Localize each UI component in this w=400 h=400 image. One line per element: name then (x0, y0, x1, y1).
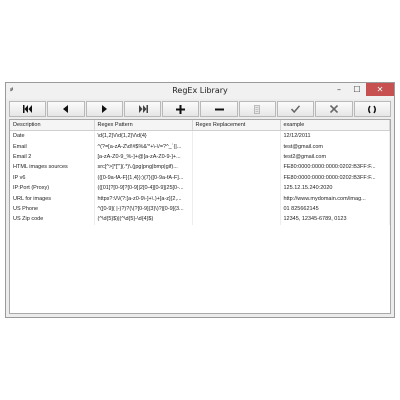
edit-icon (254, 104, 261, 114)
table-row[interactable]: HTML images sources src[^>]*["'](.*)\.(j… (10, 162, 390, 173)
table-row[interactable]: Email ^(?=[a-zA-Z\d!#$%&'*+\-\/=?^_`{|..… (10, 141, 390, 152)
table-row[interactable]: Date \d{1,2}\/\d{1,2}\/\d{4} 12/12/2011 (10, 130, 390, 142)
previous-record-icon (62, 105, 68, 113)
cell-description[interactable]: HTML images sources (10, 162, 95, 173)
remove-record-button[interactable] (200, 101, 238, 117)
regex-library-window: ꬾ RegEx Library – ☐ ✕ Description Regex … (5, 82, 395, 318)
cell-description[interactable]: URL for images (10, 193, 95, 204)
cell-regex-pattern[interactable]: ^([0-9]( |-)?)?(\(?[0-9]{3}\)?|[0-9]{3..… (94, 203, 193, 215)
cell-regex-pattern[interactable]: \d{1,2}\/\d{1,2}\/\d{4} (94, 130, 193, 142)
cell-example[interactable]: 125.12.15.240:2020 (280, 182, 390, 194)
cell-example[interactable]: test2@gmail.com (280, 151, 390, 163)
table-row[interactable]: US Zip code (^\d{5}$)|(^\d{5}-\d{4}$) 12… (10, 214, 390, 225)
last-record-button[interactable] (123, 101, 162, 117)
table-row[interactable]: Email 2 [a-zA-Z0-9_%-]+@[a-zA-Z0-9-]+...… (10, 151, 390, 163)
next-record-icon (102, 105, 108, 113)
close-button[interactable]: ✕ (366, 83, 394, 96)
confirm-button[interactable] (277, 101, 315, 117)
cell-regex-replacement[interactable] (192, 172, 281, 183)
cell-regex-pattern[interactable]: src[^>]*["'](.*)\.(jpg|png|bmp|gif)... (94, 162, 193, 173)
table-row[interactable]: IP:Port (Proxy) (([01]?[0-9]?[0-9]|2[0-4… (10, 182, 390, 194)
previous-record-button[interactable] (47, 101, 85, 117)
cell-description[interactable]: Date (10, 130, 95, 142)
remove-icon (214, 108, 224, 110)
edit-record-button[interactable] (238, 101, 277, 117)
next-record-button[interactable] (85, 101, 123, 117)
column-header-regex-replacement[interactable]: Regex Replacement (192, 120, 281, 131)
cell-regex-replacement[interactable] (192, 203, 281, 215)
cancel-button[interactable] (315, 101, 353, 117)
cell-regex-pattern[interactable]: [a-zA-Z0-9_%-]+@[a-zA-Z0-9-]+... (94, 151, 193, 163)
table-header-row: Description Regex Pattern Regex Replacem… (10, 120, 390, 131)
cell-regex-pattern[interactable]: ^(?=[a-zA-Z\d!#$%&'*+\-\/=?^_`{|... (94, 141, 193, 152)
minimize-button[interactable]: – (330, 83, 348, 96)
toolbar (9, 101, 391, 117)
last-record-icon (138, 105, 148, 113)
add-record-button[interactable] (162, 101, 200, 117)
table-row[interactable]: IP v6 (([0-9a-fA-F]{1,4}):){7}([0-9a-fA-… (10, 172, 390, 183)
cell-regex-replacement[interactable] (192, 182, 281, 194)
cell-regex-pattern[interactable]: (([0-9a-fA-F]{1,4}):){7}([0-9a-fA-F]... (94, 172, 193, 183)
table-row[interactable]: URL for images https?:\/\/(?:[a-z0-9\-]+… (10, 193, 390, 204)
cell-description[interactable]: Email 2 (10, 151, 95, 163)
title-bar[interactable]: ꬾ RegEx Library – ☐ ✕ (6, 83, 394, 99)
cell-example[interactable]: 12345, 12345-6789, 0123 (280, 214, 390, 225)
cell-regex-replacement[interactable] (192, 214, 281, 225)
cell-description[interactable]: US Phone (10, 203, 95, 215)
cell-example[interactable]: test@gmail.com (280, 141, 390, 152)
cell-regex-replacement[interactable] (192, 141, 281, 152)
first-record-button[interactable] (9, 101, 47, 117)
add-icon (176, 104, 186, 114)
cell-example[interactable]: FE80:0000:0000:0000:0202:B3FF:F... (280, 162, 390, 173)
cell-regex-pattern[interactable]: (^\d{5}$)|(^\d{5}-\d{4}$) (94, 214, 193, 225)
cell-regex-replacement[interactable] (192, 130, 281, 142)
cell-description[interactable]: Email (10, 141, 95, 152)
cell-description[interactable]: IP:Port (Proxy) (10, 182, 95, 194)
column-header-description[interactable]: Description (10, 120, 95, 131)
cancel-icon (330, 105, 339, 113)
cell-example[interactable]: 12/12/2011 (280, 130, 390, 142)
column-header-regex-pattern[interactable]: Regex Pattern (94, 120, 193, 131)
maximize-button[interactable]: ☐ (348, 83, 366, 96)
cell-regex-replacement[interactable] (192, 162, 281, 173)
table-row[interactable]: US Phone ^([0-9]( |-)?)?(\(?[0-9]{3}\)?|… (10, 203, 390, 215)
refresh-button[interactable] (353, 101, 391, 117)
column-header-example[interactable]: example (280, 120, 390, 131)
cell-regex-pattern[interactable]: https?:\/\/(?:[a-z0-9\-]+\.)+[a-z]{2,... (94, 193, 193, 204)
cell-regex-pattern[interactable]: (([01]?[0-9]?[0-9]|2[0-4][0-9]|25[0-... (94, 182, 193, 194)
cell-description[interactable]: US Zip code (10, 214, 95, 225)
cell-regex-replacement[interactable] (192, 151, 281, 163)
cell-description[interactable]: IP v6 (10, 172, 95, 183)
regex-table: Description Regex Pattern Regex Replacem… (9, 119, 391, 314)
cell-example[interactable]: 01 825662145 (280, 203, 390, 215)
checkmark-icon (291, 105, 301, 113)
first-record-icon (22, 105, 32, 113)
cell-example[interactable]: http://www.mydomain.com/imag... (280, 193, 390, 204)
cell-example[interactable]: FE80:0000:0000:0000:0202:B3FF:F... (280, 172, 390, 183)
refresh-icon (368, 105, 377, 113)
cell-regex-replacement[interactable] (192, 193, 281, 204)
